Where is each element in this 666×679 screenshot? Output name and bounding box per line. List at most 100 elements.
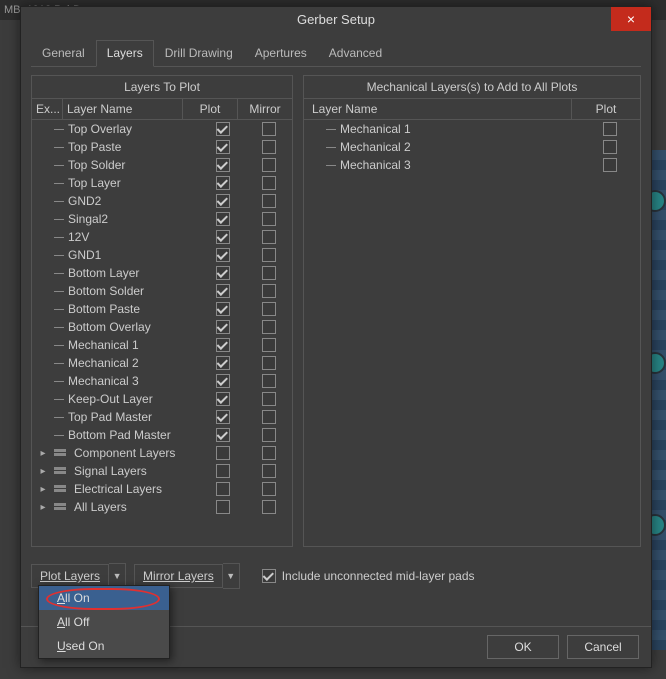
- table-row[interactable]: Mechanical 3: [304, 156, 640, 174]
- ok-button[interactable]: OK: [487, 635, 559, 659]
- table-row[interactable]: Mechanical 2: [32, 354, 292, 372]
- layer-group-icon: [54, 449, 68, 458]
- col-layer-name[interactable]: Layer Name: [304, 99, 572, 119]
- table-row[interactable]: 12V: [32, 228, 292, 246]
- plot-checkbox[interactable]: [216, 320, 230, 334]
- mirror-checkbox[interactable]: [262, 320, 276, 334]
- tab-layers[interactable]: Layers: [96, 40, 154, 67]
- mirror-checkbox[interactable]: [262, 284, 276, 298]
- dialog-titlebar[interactable]: Gerber Setup ×: [21, 7, 651, 31]
- plot-checkbox[interactable]: [216, 176, 230, 190]
- table-row[interactable]: Singal2: [32, 210, 292, 228]
- table-row[interactable]: Top Paste: [32, 138, 292, 156]
- mirror-checkbox[interactable]: [262, 122, 276, 136]
- expand-icon[interactable]: ▸: [32, 466, 54, 477]
- mirror-checkbox[interactable]: [262, 248, 276, 262]
- table-row[interactable]: Bottom Solder: [32, 282, 292, 300]
- tab-apertures[interactable]: Apertures: [244, 40, 318, 67]
- plot-checkbox[interactable]: [216, 194, 230, 208]
- mirror-checkbox[interactable]: [262, 230, 276, 244]
- plot-checkbox[interactable]: [216, 446, 230, 460]
- table-row[interactable]: Bottom Paste: [32, 300, 292, 318]
- plot-checkbox[interactable]: [216, 482, 230, 496]
- table-row[interactable]: Mechanical 1: [32, 336, 292, 354]
- plot-checkbox[interactable]: [216, 302, 230, 316]
- table-row[interactable]: GND2: [32, 192, 292, 210]
- plot-checkbox[interactable]: [216, 140, 230, 154]
- table-row[interactable]: Bottom Layer: [32, 264, 292, 282]
- col-ex[interactable]: Ex...: [32, 99, 63, 119]
- mirror-checkbox[interactable]: [262, 500, 276, 514]
- plot-checkbox[interactable]: [603, 158, 617, 172]
- table-row[interactable]: GND1: [32, 246, 292, 264]
- mirror-checkbox[interactable]: [262, 482, 276, 496]
- layer-group-icon: [54, 503, 68, 512]
- include-unconnected-checkbox[interactable]: Include unconnected mid-layer pads: [262, 569, 475, 583]
- cancel-button[interactable]: Cancel: [567, 635, 639, 659]
- col-plot[interactable]: Plot: [572, 99, 640, 119]
- gerber-setup-dialog: Gerber Setup × GeneralLayersDrill Drawin…: [20, 6, 652, 668]
- mirror-checkbox[interactable]: [262, 302, 276, 316]
- menu-item-all-on[interactable]: All On: [39, 586, 169, 610]
- col-mirror[interactable]: Mirror: [238, 99, 292, 119]
- mirror-checkbox[interactable]: [262, 374, 276, 388]
- mirror-checkbox[interactable]: [262, 194, 276, 208]
- mirror-checkbox[interactable]: [262, 392, 276, 406]
- mirror-checkbox[interactable]: [262, 446, 276, 460]
- expand-icon[interactable]: ▸: [32, 448, 54, 459]
- plot-checkbox[interactable]: [603, 122, 617, 136]
- plot-checkbox[interactable]: [216, 500, 230, 514]
- mirror-checkbox[interactable]: [262, 464, 276, 478]
- expand-icon[interactable]: ▸: [32, 484, 54, 495]
- plot-checkbox[interactable]: [216, 428, 230, 442]
- expand-icon[interactable]: ▸: [32, 502, 54, 513]
- mirror-checkbox[interactable]: [262, 428, 276, 442]
- plot-checkbox[interactable]: [216, 464, 230, 478]
- mirror-checkbox[interactable]: [262, 410, 276, 424]
- chevron-down-icon[interactable]: ▼: [223, 563, 240, 589]
- tab-general[interactable]: General: [31, 40, 96, 67]
- table-row[interactable]: Top Solder: [32, 156, 292, 174]
- mirror-checkbox[interactable]: [262, 212, 276, 226]
- plot-checkbox[interactable]: [216, 230, 230, 244]
- plot-checkbox[interactable]: [216, 338, 230, 352]
- col-plot[interactable]: Plot: [183, 99, 238, 119]
- mirror-checkbox[interactable]: [262, 140, 276, 154]
- table-row[interactable]: ▸All Layers: [32, 498, 292, 516]
- tab-advanced[interactable]: Advanced: [318, 40, 393, 67]
- col-layer-name[interactable]: Layer Name: [63, 99, 183, 119]
- tab-drill-drawing[interactable]: Drill Drawing: [154, 40, 244, 67]
- mirror-checkbox[interactable]: [262, 356, 276, 370]
- table-row[interactable]: Bottom Pad Master: [32, 426, 292, 444]
- plot-checkbox[interactable]: [216, 356, 230, 370]
- plot-checkbox[interactable]: [216, 374, 230, 388]
- dialog-close-button[interactable]: ×: [611, 7, 651, 31]
- table-row[interactable]: ▸Component Layers: [32, 444, 292, 462]
- plot-checkbox[interactable]: [216, 266, 230, 280]
- mirror-checkbox[interactable]: [262, 176, 276, 190]
- mirror-checkbox[interactable]: [262, 338, 276, 352]
- table-row[interactable]: Bottom Overlay: [32, 318, 292, 336]
- table-row[interactable]: Keep-Out Layer: [32, 390, 292, 408]
- table-row[interactable]: ▸Electrical Layers: [32, 480, 292, 498]
- mirror-checkbox[interactable]: [262, 158, 276, 172]
- table-row[interactable]: Top Overlay: [32, 120, 292, 138]
- table-row[interactable]: Top Layer: [32, 174, 292, 192]
- layer-name: Mechanical 2: [338, 140, 580, 154]
- plot-checkbox[interactable]: [216, 248, 230, 262]
- plot-checkbox[interactable]: [603, 140, 617, 154]
- menu-item-all-off[interactable]: All Off: [39, 610, 169, 634]
- mirror-checkbox[interactable]: [262, 266, 276, 280]
- plot-checkbox[interactable]: [216, 212, 230, 226]
- plot-checkbox[interactable]: [216, 410, 230, 424]
- plot-checkbox[interactable]: [216, 158, 230, 172]
- plot-checkbox[interactable]: [216, 392, 230, 406]
- menu-item-used-on[interactable]: Used On: [39, 634, 169, 658]
- table-row[interactable]: Mechanical 3: [32, 372, 292, 390]
- table-row[interactable]: ▸Signal Layers: [32, 462, 292, 480]
- table-row[interactable]: Mechanical 2: [304, 138, 640, 156]
- table-row[interactable]: Mechanical 1: [304, 120, 640, 138]
- plot-checkbox[interactable]: [216, 122, 230, 136]
- plot-checkbox[interactable]: [216, 284, 230, 298]
- table-row[interactable]: Top Pad Master: [32, 408, 292, 426]
